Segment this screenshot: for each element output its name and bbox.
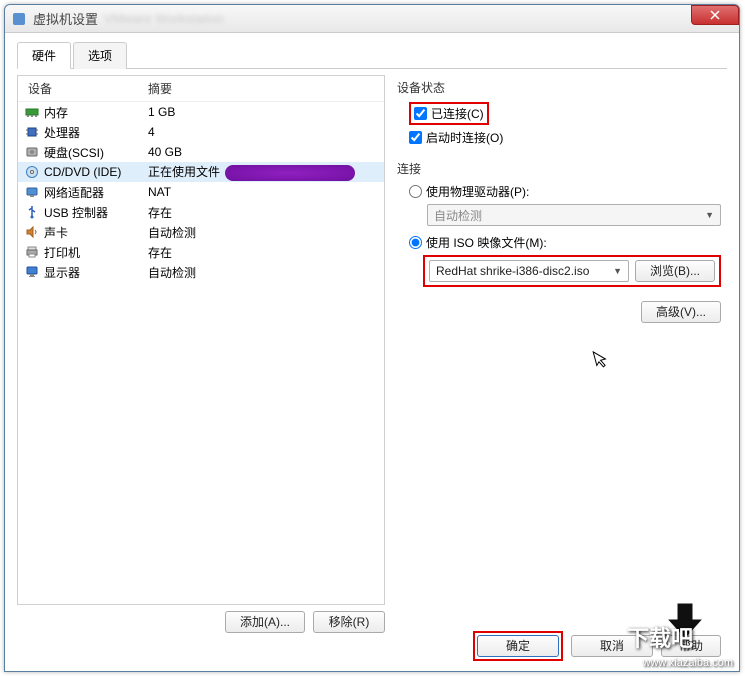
device-row[interactable]: 网络适配器NAT bbox=[18, 182, 384, 202]
memory-icon bbox=[24, 104, 40, 120]
chevron-down-icon[interactable]: ▼ bbox=[613, 266, 622, 276]
iso-file-combo[interactable]: RedHat shrike-i386-disc2.iso ▼ bbox=[429, 260, 629, 282]
device-summary: 自动检测 bbox=[148, 264, 384, 281]
connect-at-power-label: 启动时连接(O) bbox=[426, 129, 503, 146]
right-column: 设备状态 已连接(C) 启动时连接(O) bbox=[397, 75, 727, 633]
header-device[interactable]: 设备 bbox=[18, 80, 148, 97]
device-name: 显示器 bbox=[44, 264, 148, 281]
tab-content: 设备 摘要 内存1 GB处理器4硬盘(SCSI)40 GBCD/DVD (IDE… bbox=[17, 69, 727, 633]
tab-options[interactable]: 选项 bbox=[73, 42, 127, 69]
dialog-body: 硬件 选项 设备 摘要 内存1 GB处理器4硬盘(SCSI)40 GBCD/DV… bbox=[5, 33, 739, 645]
device-list[interactable]: 设备 摘要 内存1 GB处理器4硬盘(SCSI)40 GBCD/DVD (IDE… bbox=[17, 75, 385, 605]
device-row[interactable]: CD/DVD (IDE)正在使用文件 bbox=[18, 162, 384, 182]
ok-button[interactable]: 确定 bbox=[477, 635, 559, 657]
left-column: 设备 摘要 内存1 GB处理器4硬盘(SCSI)40 GBCD/DVD (IDE… bbox=[17, 75, 385, 633]
connect-at-power-checkbox[interactable] bbox=[409, 131, 422, 144]
device-name: 打印机 bbox=[44, 244, 148, 261]
iso-file-value: RedHat shrike-i386-disc2.iso bbox=[436, 264, 589, 278]
cpu-icon bbox=[24, 124, 40, 140]
close-icon bbox=[710, 10, 720, 20]
add-button[interactable]: 添加(A)... bbox=[225, 611, 305, 633]
device-row[interactable]: 打印机存在 bbox=[18, 242, 384, 262]
device-name: 处理器 bbox=[44, 124, 148, 141]
device-buttons: 添加(A)... 移除(R) bbox=[17, 611, 385, 633]
use-iso-label: 使用 ISO 映像文件(M): bbox=[426, 234, 547, 251]
device-row[interactable]: 内存1 GB bbox=[18, 102, 384, 122]
physical-drive-value: 自动检测 bbox=[434, 207, 482, 224]
use-iso-radio[interactable] bbox=[409, 236, 422, 249]
tab-hardware[interactable]: 硬件 bbox=[17, 42, 71, 69]
titlebar[interactable]: 虚拟机设置 VMware Workstation bbox=[5, 5, 739, 33]
connection-group-title: 连接 bbox=[397, 160, 721, 177]
title-extra: VMware Workstation bbox=[104, 11, 224, 26]
dialog-window: 虚拟机设置 VMware Workstation 硬件 选项 设备 摘要 内存1… bbox=[4, 4, 740, 672]
device-name: 硬盘(SCSI) bbox=[44, 144, 148, 161]
device-name: 网络适配器 bbox=[44, 184, 148, 201]
use-physical-label: 使用物理驱动器(P): bbox=[426, 183, 529, 200]
app-icon bbox=[11, 11, 27, 27]
device-summary: 存在 bbox=[148, 244, 384, 261]
remove-button[interactable]: 移除(R) bbox=[313, 611, 385, 633]
physical-drive-combo: 自动检测 ▼ bbox=[427, 204, 721, 226]
use-physical-radio[interactable] bbox=[409, 185, 422, 198]
cancel-button[interactable]: 取消 bbox=[571, 635, 653, 657]
device-name: USB 控制器 bbox=[44, 204, 148, 221]
device-row[interactable]: 声卡自动检测 bbox=[18, 222, 384, 242]
browse-button[interactable]: 浏览(B)... bbox=[635, 260, 715, 282]
disk-icon bbox=[24, 144, 40, 160]
device-row[interactable]: USB 控制器存在 bbox=[18, 202, 384, 222]
sound-icon bbox=[24, 224, 40, 240]
ok-highlight: 确定 bbox=[473, 631, 563, 661]
cd-icon bbox=[24, 164, 40, 180]
connected-highlight: 已连接(C) bbox=[409, 102, 489, 125]
connection-group: 连接 使用物理驱动器(P): 自动检测 ▼ 使用 ISO 映像文件(M): bbox=[397, 160, 721, 287]
advanced-button[interactable]: 高级(V)... bbox=[641, 301, 721, 323]
network-icon bbox=[24, 184, 40, 200]
usb-icon bbox=[24, 204, 40, 220]
device-name: 内存 bbox=[44, 104, 148, 121]
device-summary: 1 GB bbox=[148, 105, 384, 119]
device-summary: 自动检测 bbox=[148, 224, 384, 241]
display-icon bbox=[24, 264, 40, 280]
connected-label: 已连接(C) bbox=[431, 105, 484, 122]
device-summary: 正在使用文件 bbox=[148, 163, 384, 181]
help-button[interactable]: 帮助 bbox=[661, 635, 721, 657]
connected-checkbox[interactable] bbox=[414, 107, 427, 120]
redacted-path bbox=[225, 165, 355, 181]
device-name: CD/DVD (IDE) bbox=[44, 165, 148, 179]
tabstrip: 硬件 选项 bbox=[17, 41, 727, 69]
device-summary: 40 GB bbox=[148, 145, 384, 159]
device-row[interactable]: 显示器自动检测 bbox=[18, 262, 384, 282]
window-title: 虚拟机设置 bbox=[33, 9, 98, 28]
device-summary: NAT bbox=[148, 185, 384, 199]
advanced-row: 高级(V)... bbox=[397, 301, 721, 323]
dialog-footer: 确定 取消 帮助 bbox=[473, 631, 721, 661]
device-row[interactable]: 处理器4 bbox=[18, 122, 384, 142]
device-list-header: 设备 摘要 bbox=[18, 76, 384, 102]
printer-icon bbox=[24, 244, 40, 260]
device-name: 声卡 bbox=[44, 224, 148, 241]
device-summary: 存在 bbox=[148, 204, 384, 221]
device-summary: 4 bbox=[148, 125, 384, 139]
close-button[interactable] bbox=[691, 5, 739, 25]
iso-row-highlight: RedHat shrike-i386-disc2.iso ▼ 浏览(B)... bbox=[423, 255, 721, 287]
device-row[interactable]: 硬盘(SCSI)40 GB bbox=[18, 142, 384, 162]
status-group: 设备状态 已连接(C) 启动时连接(O) bbox=[397, 79, 721, 146]
chevron-down-icon: ▼ bbox=[705, 210, 714, 220]
status-group-title: 设备状态 bbox=[397, 79, 721, 96]
header-summary[interactable]: 摘要 bbox=[148, 80, 384, 97]
